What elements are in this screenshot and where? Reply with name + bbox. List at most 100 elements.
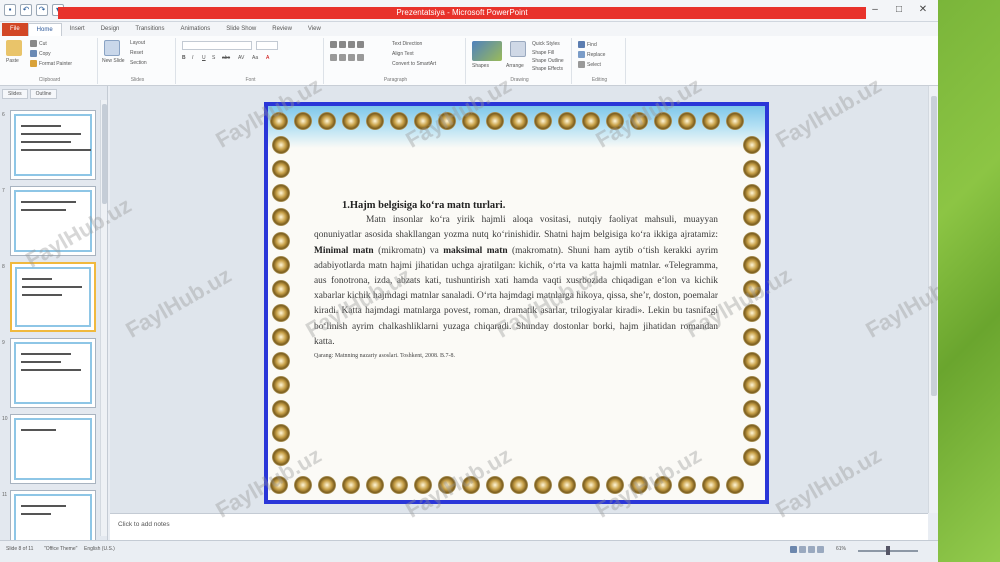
tab-animations[interactable]: Animations: [173, 23, 219, 36]
current-slide[interactable]: 1.Hajm belgisiga ko‘ra matn turlari. Mat…: [264, 102, 769, 504]
font-color-button[interactable]: A: [266, 55, 269, 61]
quick-styles-button[interactable]: Quick Styles: [532, 41, 560, 47]
maximize-icon[interactable]: □: [892, 4, 906, 16]
vertical-scrollbar[interactable]: [928, 86, 938, 513]
clipboard-group: Paste Cut Copy Format Painter Clipboard: [2, 38, 98, 84]
powerpoint-window: ▪ ↶ ↷ ▾ Prezentatsiya - Microsoft PowerP…: [0, 0, 938, 562]
reset-button[interactable]: Reset: [130, 50, 143, 56]
tab-view[interactable]: View: [300, 23, 329, 36]
border-ornament: [272, 400, 290, 418]
window-title: Prezentatsiya - Microsoft PowerPoint: [58, 7, 866, 19]
strikethrough-button[interactable]: abc: [222, 55, 230, 61]
thumbnail-text-line: [21, 429, 56, 431]
notes-pane[interactable]: Click to add notes: [110, 513, 928, 540]
normal-view-icon[interactable]: [790, 546, 797, 553]
paste-button[interactable]: Paste: [6, 58, 19, 64]
change-case-button[interactable]: Aa: [252, 55, 258, 61]
shape-effects-button[interactable]: Shape Effects: [532, 66, 563, 72]
slide-thumbnail[interactable]: [10, 110, 96, 180]
layout-button[interactable]: Layout: [130, 40, 145, 46]
replace-button[interactable]: Replace: [578, 51, 605, 58]
arrange-button[interactable]: Arrange: [506, 63, 524, 69]
slide-thumbnail[interactable]: [10, 414, 96, 484]
thumbnail-scrollbar[interactable]: [100, 100, 107, 536]
border-ornament: [272, 256, 290, 274]
select-icon: [578, 61, 585, 68]
slide-sorter-icon[interactable]: [799, 546, 806, 553]
shapes-gallery-icon[interactable]: [472, 41, 502, 61]
tab-transitions[interactable]: Transitions: [127, 23, 172, 36]
border-ornament: [743, 352, 761, 370]
side-decoration: [938, 0, 1000, 562]
new-slide-button[interactable]: New Slide: [102, 58, 125, 64]
tab-outline[interactable]: Outline: [29, 89, 58, 99]
slide-thumbnail[interactable]: [10, 186, 96, 256]
slide-text-box[interactable]: 1.Hajm belgisiga ko‘ra matn turlari. Mat…: [314, 198, 718, 361]
select-button[interactable]: Select: [578, 61, 601, 68]
border-ornament: [510, 476, 528, 494]
font-name-field[interactable]: [182, 41, 252, 50]
border-ornament: [743, 280, 761, 298]
char-spacing-button[interactable]: AV: [238, 55, 244, 61]
line-spacing-icon: [357, 41, 364, 48]
slideshow-icon[interactable]: [817, 546, 824, 553]
tab-review[interactable]: Review: [264, 23, 300, 36]
section-button[interactable]: Section: [130, 60, 147, 66]
text-direction-button[interactable]: Text Direction: [392, 41, 422, 47]
vertical-scroll-thumb[interactable]: [931, 96, 937, 396]
save-icon[interactable]: ▪: [4, 4, 16, 16]
minimize-icon[interactable]: –: [868, 4, 882, 16]
reading-view-icon[interactable]: [808, 546, 815, 553]
body-segment-bold: Minimal matn: [314, 245, 374, 256]
body-segment: Matn insonlar ko‘ra yirik hajmli aloqa v…: [314, 215, 718, 241]
language-indicator[interactable]: English (U.S.): [84, 546, 115, 552]
shadow-button[interactable]: S: [212, 55, 215, 61]
border-ornament: [726, 112, 744, 130]
slide-thumbnail[interactable]: [10, 262, 96, 332]
smartart-button[interactable]: Convert to SmartArt: [392, 61, 436, 67]
tab-design[interactable]: Design: [93, 23, 128, 36]
border-ornament: [726, 476, 744, 494]
align-icons[interactable]: [330, 54, 366, 61]
undo-icon[interactable]: ↶: [20, 4, 32, 16]
shape-fill-button[interactable]: Shape Fill: [532, 50, 554, 56]
font-size-field[interactable]: [256, 41, 278, 50]
shapes-button[interactable]: Shapes: [472, 63, 489, 69]
thumbnail-number: 11: [2, 492, 8, 498]
zoom-level[interactable]: 61%: [836, 546, 846, 552]
cut-button[interactable]: Cut: [30, 40, 47, 47]
format-painter-button[interactable]: Format Painter: [30, 60, 72, 67]
thumbnail-text-line: [22, 286, 82, 288]
tab-slides[interactable]: Slides: [2, 89, 28, 99]
redo-icon[interactable]: ↷: [36, 4, 48, 16]
tab-insert[interactable]: Insert: [62, 23, 93, 36]
border-ornament: [272, 160, 290, 178]
border-ornament: [294, 476, 312, 494]
border-ornament: [743, 448, 761, 466]
tab-slide-show[interactable]: Slide Show: [218, 23, 264, 36]
thumbnail-scroll-thumb[interactable]: [102, 104, 107, 204]
border-ornament: [390, 476, 408, 494]
align-text-button[interactable]: Align Text: [392, 51, 414, 57]
underline-button[interactable]: U: [202, 55, 206, 61]
zoom-slider-handle[interactable]: [886, 546, 890, 555]
bullets-icon: [330, 41, 337, 48]
tab-file[interactable]: File: [2, 23, 28, 36]
border-ornament: [702, 112, 720, 130]
paragraph-icons[interactable]: [330, 41, 366, 48]
copy-icon: [30, 50, 37, 57]
slides-group: New Slide Layout Reset Section Slides: [100, 38, 176, 84]
tab-home[interactable]: Home: [27, 23, 62, 36]
thumbnail-frame: [14, 114, 92, 176]
paste-icon[interactable]: [6, 40, 22, 56]
copy-button[interactable]: Copy: [30, 50, 51, 57]
close-icon[interactable]: ✕: [916, 4, 930, 16]
new-slide-icon[interactable]: [104, 40, 120, 56]
find-button[interactable]: Find: [578, 41, 597, 48]
slide-thumbnail[interactable]: [10, 338, 96, 408]
shape-outline-button[interactable]: Shape Outline: [532, 58, 564, 64]
arrange-icon[interactable]: [510, 41, 526, 57]
border-ornament: [654, 112, 672, 130]
italic-button[interactable]: I: [192, 55, 193, 61]
bold-button[interactable]: B: [182, 55, 186, 61]
